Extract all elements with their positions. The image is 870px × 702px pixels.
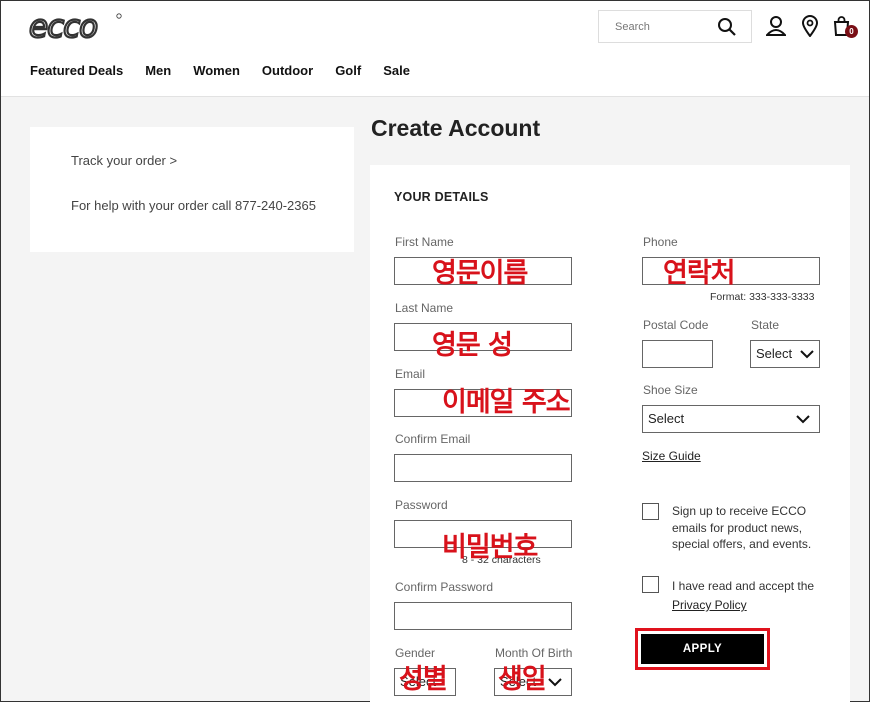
- svg-text:ecco: ecco: [29, 11, 97, 43]
- phone-input[interactable]: [642, 257, 820, 285]
- confirm-password-label: Confirm Password: [395, 580, 494, 594]
- chevron-down-icon: [800, 350, 814, 359]
- month-of-birth-select-value: Select: [500, 674, 537, 689]
- gender-select[interactable]: Select: [394, 668, 456, 696]
- order-help-card: Track your order > For help with your or…: [30, 127, 354, 252]
- last-name-input[interactable]: [394, 323, 572, 351]
- last-name-label: Last Name: [395, 301, 454, 315]
- password-hint: 8 - 32 characters: [462, 554, 541, 566]
- state-label: State: [751, 318, 780, 332]
- nav-women[interactable]: Women: [193, 63, 240, 78]
- page-title: Create Account: [371, 115, 541, 141]
- password-input[interactable]: [394, 520, 572, 548]
- store-locator-icon[interactable]: [800, 15, 820, 37]
- shoe-size-label: Shoe Size: [643, 383, 698, 397]
- confirm-password-input[interactable]: [394, 602, 572, 630]
- apply-button[interactable]: APPLY: [641, 634, 764, 664]
- phone-label: Phone: [643, 235, 678, 249]
- chevron-down-icon: [796, 415, 810, 424]
- section-title: YOUR DETAILS: [394, 190, 489, 204]
- shoe-size-select[interactable]: Select: [642, 405, 820, 433]
- chevron-down-icon: [548, 678, 562, 687]
- month-of-birth-label: Month Of Birth: [495, 646, 573, 660]
- nav-sale[interactable]: Sale: [383, 63, 410, 78]
- first-name-label: First Name: [395, 235, 454, 249]
- nav-outdoor[interactable]: Outdoor: [262, 63, 313, 78]
- search-input[interactable]: [599, 11, 719, 42]
- confirm-email-input[interactable]: [394, 454, 572, 482]
- state-select[interactable]: Select: [750, 340, 820, 368]
- first-name-input[interactable]: [394, 257, 572, 285]
- password-label: Password: [395, 498, 448, 512]
- postal-code-input[interactable]: [642, 340, 713, 368]
- search-box: [598, 10, 752, 43]
- search-icon[interactable]: [717, 17, 737, 37]
- terms-checkbox[interactable]: [642, 576, 659, 593]
- nav-men[interactable]: Men: [145, 63, 171, 78]
- newsletter-checkbox[interactable]: [642, 503, 659, 520]
- track-order-link[interactable]: Track your order >: [71, 153, 177, 168]
- gender-label: Gender: [395, 646, 436, 660]
- confirm-email-label: Confirm Email: [395, 432, 471, 446]
- ecco-logo[interactable]: ecco: [28, 8, 125, 46]
- newsletter-label: Sign up to receive ECCO emails for produ…: [672, 504, 812, 551]
- terms-label: I have read and accept the: [672, 579, 815, 593]
- account-icon[interactable]: [766, 15, 786, 37]
- ecco-logo-icon: ecco: [28, 8, 122, 46]
- privacy-policy-link[interactable]: Privacy Policy: [672, 597, 747, 614]
- postal-code-label: Postal Code: [643, 318, 709, 332]
- month-of-birth-select[interactable]: Select: [494, 668, 572, 696]
- nav-golf[interactable]: Golf: [335, 63, 361, 78]
- email-label: Email: [395, 367, 426, 381]
- email-input[interactable]: [394, 389, 572, 417]
- shoe-size-select-value: Select: [648, 411, 685, 426]
- nav-featured-deals[interactable]: Featured Deals: [30, 63, 123, 78]
- site-header: ecco 0 Featured Deals Men Women Outdoor …: [1, 1, 869, 97]
- phone-format-hint: Format: 333-333-3333: [710, 291, 815, 303]
- state-select-value: Select: [756, 346, 793, 361]
- main-nav: Featured Deals Men Women Outdoor Golf Sa…: [30, 63, 432, 78]
- apply-highlight: APPLY: [635, 628, 770, 670]
- gender-select-value: Select: [400, 674, 437, 689]
- size-guide-link[interactable]: Size Guide: [642, 448, 701, 465]
- help-phone-text: For help with your order call 877-240-23…: [71, 198, 316, 213]
- cart-count-badge: 0: [845, 25, 858, 38]
